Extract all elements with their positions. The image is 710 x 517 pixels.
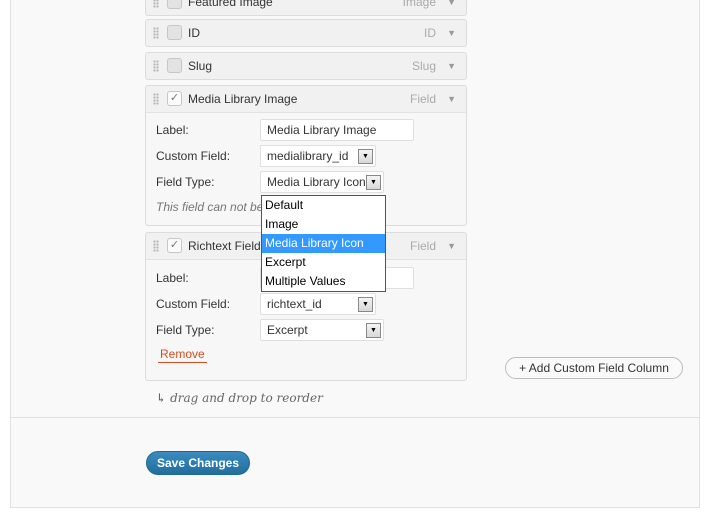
drag-grip-icon[interactable] <box>153 0 159 8</box>
field-type-select[interactable]: Excerpt ▼ <box>260 319 384 341</box>
custom-field-select[interactable]: medialibrary_id ▼ <box>260 145 376 167</box>
column-title: Media Library Image <box>188 92 298 106</box>
column-item-featured-image[interactable]: Featured Image Image ▼ <box>145 0 467 16</box>
column-type: Image <box>402 0 436 9</box>
dropdown-option-selected[interactable]: Media Library Icon <box>262 234 385 253</box>
column-title: Featured Image <box>188 0 273 9</box>
label-input[interactable]: Media Library Image <box>260 119 414 141</box>
label-caption: Label: <box>156 123 189 137</box>
column-checkbox[interactable]: ✓ <box>167 91 182 106</box>
custom-field-select[interactable]: richtext_id ▼ <box>260 293 376 315</box>
column-title: Slug <box>188 59 213 73</box>
custom-field-value: richtext_id <box>267 297 322 311</box>
field-type-dropdown-list[interactable]: Default Image Media Library Icon Excerpt… <box>261 195 386 292</box>
field-type-select[interactable]: Media Library Icon ▼ <box>260 171 384 193</box>
drag-hint-text: drag and drop to reorder <box>170 391 323 405</box>
chevron-down-icon[interactable]: ▼ <box>366 323 381 338</box>
custom-field-caption: Custom Field: <box>156 297 231 311</box>
column-title: ID <box>188 26 200 40</box>
expand-arrow-icon[interactable]: ▼ <box>447 0 456 15</box>
column-checkbox[interactable] <box>167 58 182 73</box>
chevron-down-icon[interactable]: ▼ <box>366 175 381 190</box>
label-caption: Label: <box>156 271 189 285</box>
save-changes-button[interactable]: Save Changes <box>146 451 250 475</box>
column-checkbox[interactable]: ✓ <box>167 238 182 253</box>
drag-grip-icon[interactable] <box>153 240 159 252</box>
column-item-id[interactable]: ID ID ▼ <box>145 19 467 47</box>
field-type-caption: Field Type: <box>156 323 215 337</box>
column-type: Field <box>409 239 436 253</box>
column-type: Slug <box>411 59 436 73</box>
drag-grip-icon[interactable] <box>153 27 159 39</box>
drag-grip-icon[interactable] <box>153 60 159 72</box>
add-custom-field-column-button[interactable]: + Add Custom Field Column <box>505 357 683 379</box>
column-type: Field <box>409 92 436 106</box>
drag-hint: ↳ drag and drop to reorder <box>156 391 323 405</box>
dropdown-option[interactable]: Multiple Values <box>262 272 385 291</box>
column-title: Richtext Field <box>188 239 261 253</box>
field-type-value: Media Library Icon <box>267 175 366 189</box>
field-note: This field can not be <box>156 200 264 214</box>
curved-arrow-icon: ↳ <box>156 391 167 405</box>
column-checkbox[interactable] <box>167 0 182 9</box>
dropdown-option[interactable]: Excerpt <box>262 253 385 272</box>
dropdown-option[interactable]: Image <box>262 215 385 234</box>
collapse-arrow-icon[interactable]: ▼ <box>447 86 456 112</box>
chevron-down-icon[interactable]: ▼ <box>358 297 373 312</box>
dropdown-option[interactable]: Default <box>262 196 385 215</box>
column-item-slug[interactable]: Slug Slug ▼ <box>145 52 467 80</box>
custom-field-caption: Custom Field: <box>156 149 231 163</box>
chevron-down-icon[interactable]: ▼ <box>358 149 373 164</box>
collapse-arrow-icon[interactable]: ▼ <box>447 233 456 259</box>
column-checkbox[interactable] <box>167 25 182 40</box>
field-type-value: Excerpt <box>267 323 308 337</box>
expand-arrow-icon[interactable]: ▼ <box>447 53 456 79</box>
column-type: ID <box>424 26 436 40</box>
custom-field-value: medialibrary_id <box>267 149 349 163</box>
field-type-caption: Field Type: <box>156 175 215 189</box>
drag-grip-icon[interactable] <box>153 93 159 105</box>
remove-link[interactable]: Remove <box>158 347 207 363</box>
expand-arrow-icon[interactable]: ▼ <box>447 20 456 46</box>
divider <box>10 417 700 418</box>
